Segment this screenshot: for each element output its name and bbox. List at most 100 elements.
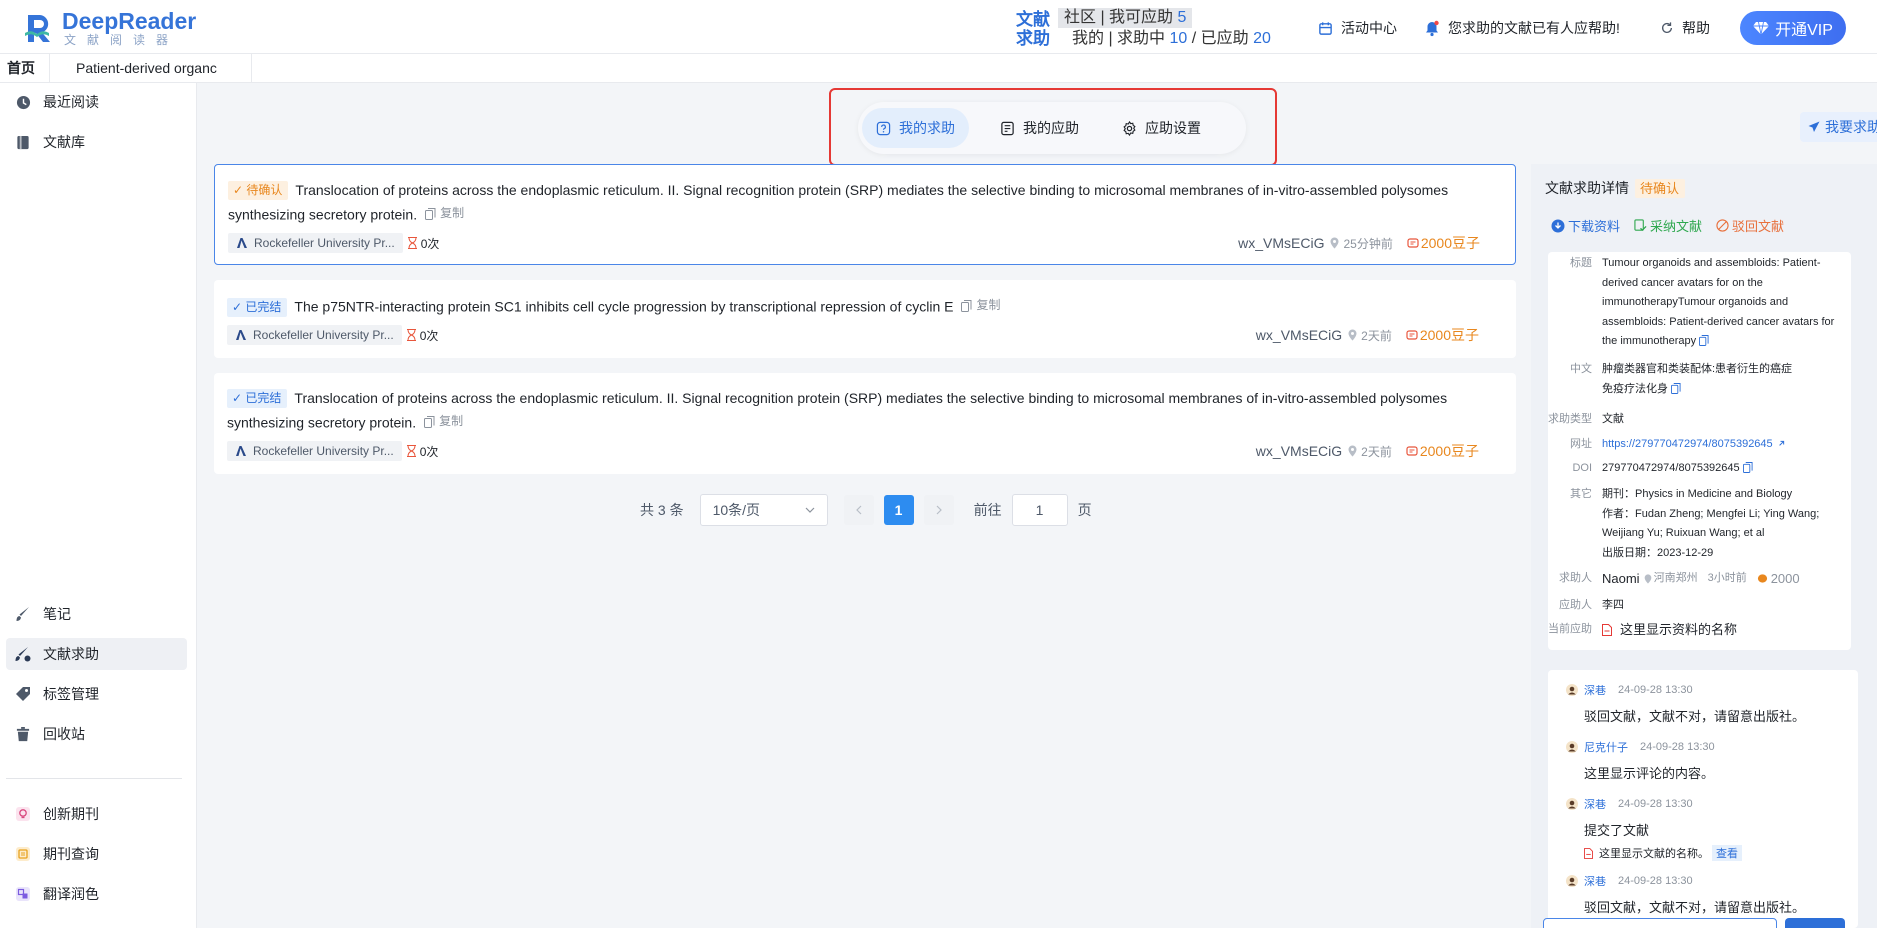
request-meta: Rockefeller University Pr... 0次 wx_VMsEC… bbox=[227, 441, 1503, 461]
sidebar: 最近阅读 文献库 笔记 文献求助 标签管理 回收站 创新期刊 期刊查询 翻译润色 bbox=[0, 83, 197, 928]
help-link[interactable]: 帮助 bbox=[1660, 18, 1710, 38]
publisher-tag: Rockefeller University Pr... bbox=[227, 325, 402, 345]
list-item: 深巷 24-09-28 13:30 驳回文献，文献不对，请留意出版社。 bbox=[1566, 873, 1856, 916]
logo-subtitle: 文献阅读器 bbox=[64, 33, 180, 47]
copy-icon[interactable] bbox=[1671, 382, 1681, 394]
request-meta: Rockefeller University Pr... 0次 wx_VMsEC… bbox=[228, 233, 1504, 253]
activity-center-link[interactable]: 活动中心 bbox=[1318, 18, 1397, 38]
copy-button[interactable]: 复制 bbox=[425, 202, 464, 225]
goto-page-input[interactable]: 1 bbox=[1011, 494, 1068, 526]
pdf-file-icon bbox=[1584, 847, 1593, 859]
bean-icon bbox=[1757, 574, 1767, 583]
sidebar-item-journal-query[interactable]: 期刊查询 bbox=[6, 838, 187, 870]
download-button[interactable]: 下载资料 bbox=[1551, 216, 1620, 235]
copy-icon bbox=[961, 299, 972, 312]
page-unit-label: 页 bbox=[1077, 502, 1092, 518]
comment-input[interactable] bbox=[1543, 918, 1777, 928]
bean-icon bbox=[1406, 330, 1418, 340]
copy-icon[interactable] bbox=[1699, 335, 1709, 346]
chevron-left-icon bbox=[855, 505, 862, 515]
reject-button[interactable]: 驳回文献 bbox=[1716, 216, 1784, 235]
copy-icon[interactable] bbox=[1742, 462, 1753, 473]
sidebar-divider bbox=[6, 778, 182, 779]
trash-icon bbox=[15, 726, 31, 742]
highlight-box bbox=[829, 88, 1277, 166]
mine-stat[interactable]: 我的 | 求助中 10 / 已应助 20 bbox=[1072, 29, 1271, 49]
sidebar-item-tags[interactable]: 标签管理 bbox=[6, 678, 187, 710]
detail-row-url: 网址 https://279770472974/8075392645 bbox=[1548, 435, 1851, 455]
request-count: 0次 bbox=[406, 443, 438, 460]
request-title: ✓ 待确认 Translocation of proteins across th… bbox=[228, 179, 1504, 227]
document-tab-bar: 首页 Patient-derived organc bbox=[0, 54, 1877, 83]
sidebar-item-library[interactable]: 文献库 bbox=[6, 126, 187, 158]
status-badge: ✓ 待确认 bbox=[228, 181, 289, 200]
detail-row-type: 求助类型 文献 bbox=[1548, 413, 1624, 425]
bell-icon bbox=[1426, 20, 1439, 36]
detail-row-chinese: 中文 肿瘤类器官和类装配体:患者衍生的癌症免疫疗法化身 bbox=[1570, 363, 1793, 395]
list-item: 深巷 24-09-28 13:30 提交了文献 这里显示文献的名称。 查看 bbox=[1566, 796, 1856, 861]
sidebar-item-translate[interactable]: 翻译润色 bbox=[6, 878, 187, 910]
tab-document[interactable]: Patient-derived organc bbox=[50, 54, 252, 83]
diamond-icon bbox=[1753, 21, 1770, 35]
copy-button[interactable]: 复制 bbox=[424, 410, 463, 433]
next-page-button[interactable] bbox=[923, 495, 954, 525]
attached-file: 这里显示文献的名称。 查看 bbox=[1584, 845, 1856, 861]
page-number-button[interactable]: 1 bbox=[883, 495, 914, 525]
detail-status-badge: 待确认 bbox=[1635, 178, 1686, 198]
avatar-icon bbox=[1566, 684, 1578, 696]
bulb-icon bbox=[15, 806, 31, 822]
send-comment-button[interactable] bbox=[1785, 918, 1845, 928]
download-icon bbox=[1551, 219, 1565, 232]
logo[interactable]: DeepReader 文献阅读器 bbox=[22, 9, 196, 47]
comment-list: 深巷 24-09-28 13:30 驳回文献，文献不对，请留意出版社。 尼克什子… bbox=[1548, 670, 1858, 928]
chevron-right-icon bbox=[936, 505, 942, 515]
accept-button[interactable]: 采纳文献 bbox=[1634, 216, 1702, 235]
sidebar-item-doc-help[interactable]: 文献求助 bbox=[6, 638, 187, 670]
chevron-down-icon bbox=[805, 507, 815, 513]
book-icon bbox=[15, 134, 31, 150]
doc-help-icon bbox=[15, 646, 31, 662]
publisher-icon bbox=[236, 446, 246, 456]
sidebar-item-new-journal[interactable]: 创新期刊 bbox=[6, 798, 187, 830]
detail-title: 文献求助详情 待确认 bbox=[1545, 178, 1692, 198]
copy-button[interactable]: 复制 bbox=[961, 294, 1001, 317]
bean-icon bbox=[1407, 238, 1419, 248]
open-vip-button[interactable]: 开通VIP bbox=[1740, 11, 1846, 45]
tag-icon bbox=[15, 686, 31, 702]
detail-row-other: 其它 期刊：Physics in Medicine and Biology 作者… bbox=[1570, 488, 1820, 559]
detail-info-card: 标题 Tumour organoids and assembloids: Pat… bbox=[1548, 252, 1851, 650]
reward-beans: 2000豆子 bbox=[1406, 325, 1479, 345]
tab-home[interactable]: 首页 bbox=[0, 54, 50, 83]
request-count: 0次 bbox=[407, 235, 439, 252]
doc-help-summary[interactable]: 文献 求助 社区 | 我可应助 5 我的 | 求助中 10 / 已应助 20 bbox=[1016, 8, 1288, 50]
requester-name: wx_VMsECiG bbox=[1255, 443, 1343, 459]
notification-link[interactable]: 您求助的文献已有人应帮助! bbox=[1424, 18, 1620, 38]
bean-icon bbox=[1406, 446, 1418, 456]
page-size-select[interactable]: 10条/页 bbox=[699, 494, 828, 526]
calendar-icon bbox=[1319, 21, 1332, 35]
logo-name: DeepReader bbox=[62, 8, 197, 34]
view-file-link[interactable]: 查看 bbox=[1712, 845, 1742, 861]
request-card[interactable]: ✓ 已完结 The p75NTR-interacting protein SC1 … bbox=[214, 280, 1516, 358]
request-title: ✓ 已完结 Translocation of proteins across th… bbox=[227, 387, 1503, 435]
request-title: ✓ 已完结 The p75NTR-interacting protein SC1 … bbox=[227, 294, 1503, 319]
request-meta: Rockefeller University Pr... 0次 wx_VMsEC… bbox=[227, 325, 1503, 345]
community-stat[interactable]: 社区 | 我可应助 5 bbox=[1058, 8, 1193, 28]
ask-help-button[interactable]: 我要求助 bbox=[1800, 112, 1877, 142]
url-link[interactable]: https://279770472974/8075392645 bbox=[1602, 438, 1773, 450]
request-card[interactable]: ✓ 待确认 Translocation of proteins across th… bbox=[214, 164, 1516, 265]
clock-icon bbox=[15, 94, 31, 110]
requester-name: wx_VMsECiG bbox=[1255, 327, 1343, 343]
prev-page-button[interactable] bbox=[843, 495, 874, 525]
publisher-icon bbox=[236, 330, 246, 340]
sidebar-item-notes[interactable]: 笔记 bbox=[6, 598, 187, 630]
brush-icon bbox=[15, 606, 31, 622]
detail-row-requester: 求助人 Naomi 河南郑州 3小时前 2000 bbox=[1559, 571, 1800, 586]
request-card[interactable]: ✓ 已完结 Translocation of proteins across th… bbox=[214, 373, 1516, 474]
sidebar-item-trash[interactable]: 回收站 bbox=[6, 718, 187, 750]
reward-beans: 2000豆子 bbox=[1406, 441, 1479, 461]
pdf-file-icon bbox=[1602, 623, 1612, 636]
sidebar-item-recent[interactable]: 最近阅读 bbox=[6, 86, 187, 118]
list-item: 深巷 24-09-28 13:30 驳回文献，文献不对，请留意出版社。 bbox=[1566, 682, 1856, 725]
avatar-icon bbox=[1566, 798, 1578, 810]
